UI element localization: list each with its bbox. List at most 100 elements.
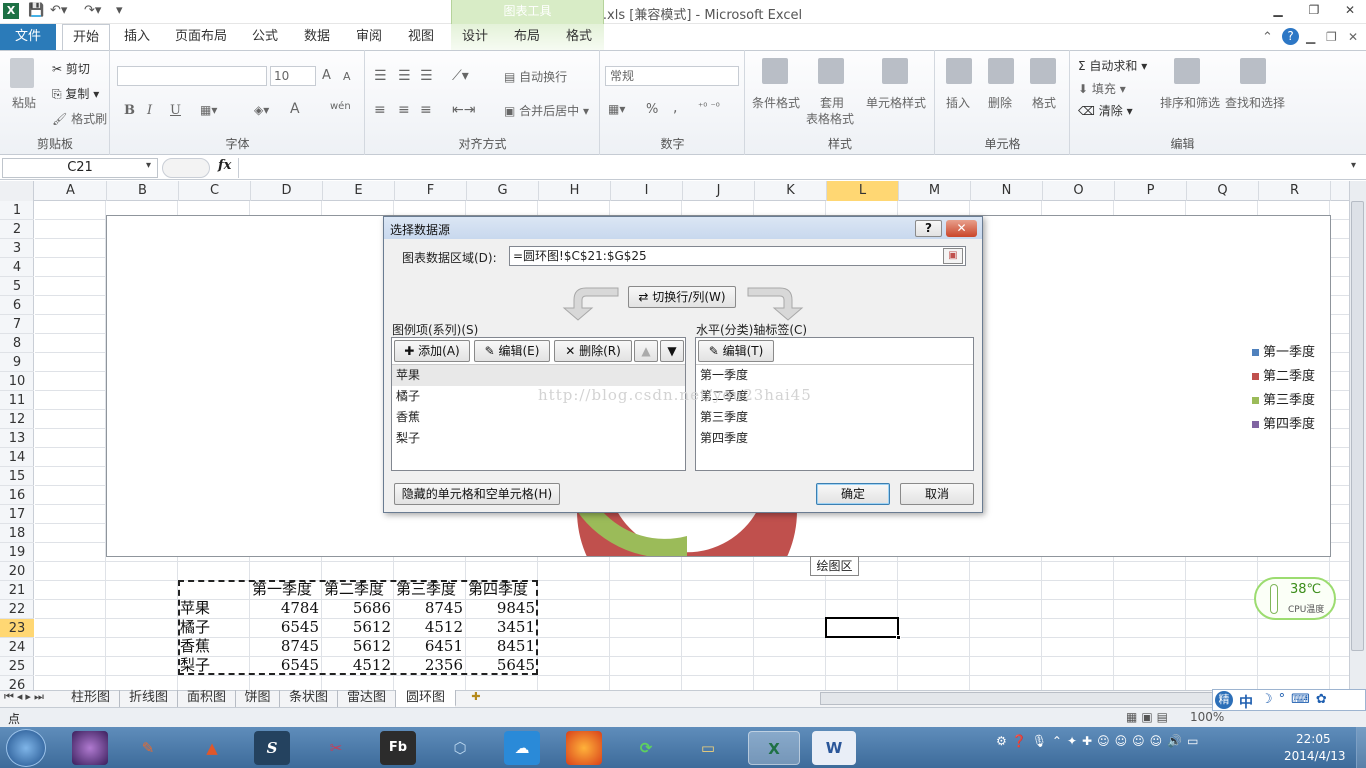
range-input[interactable]: =圆环图!$C$21:$G$25 — [509, 246, 966, 266]
row-header-18[interactable]: 18 — [0, 524, 34, 543]
taskbar-flash-builder-icon[interactable]: Fb — [380, 731, 416, 765]
ok-button[interactable]: 确定 — [816, 483, 890, 505]
number-format-combo[interactable]: 常规 — [605, 66, 739, 86]
legend-entry[interactable]: 第一季度 — [1252, 341, 1315, 365]
font-name-combo[interactable] — [117, 66, 267, 86]
cut-button[interactable]: ✂ 剪切 — [52, 60, 90, 77]
row-header-21[interactable]: 21 — [0, 581, 34, 600]
doc-minimize-icon[interactable]: ▁ — [1306, 30, 1315, 44]
comma-button[interactable]: , — [673, 100, 677, 116]
column-header-a[interactable]: A — [35, 181, 107, 201]
row-header-12[interactable]: 12 — [0, 410, 34, 429]
table-format-icon[interactable] — [818, 58, 846, 86]
dialog-help-button[interactable]: ? — [915, 220, 942, 237]
insert-function-button[interactable]: fx — [218, 158, 231, 173]
tab-review[interactable]: 审阅 — [348, 24, 390, 50]
row-header-7[interactable]: 7 — [0, 315, 34, 334]
row-header-11[interactable]: 11 — [0, 391, 34, 410]
zoom-level[interactable]: 100% — [1190, 710, 1224, 724]
underline-button[interactable]: U — [170, 103, 181, 118]
row-header-6[interactable]: 6 — [0, 296, 34, 315]
ime-toolbar[interactable]: 精 中 ☽°⌨✿ — [1212, 689, 1366, 711]
align-top-icon[interactable]: ☰ — [374, 68, 387, 84]
sheet-nav-arrows-icon[interactable]: ⏮◂▸⏭ — [4, 690, 47, 704]
switch-row-column-button[interactable]: ⇄ 切换行/列(W) — [628, 286, 736, 308]
format-cells-button[interactable]: 格式 — [1032, 94, 1056, 111]
move-up-icon[interactable]: ▲ — [634, 340, 658, 362]
fill-button[interactable]: ⬇ 填充 ▾ — [1078, 80, 1126, 97]
ribbon-collapse-icon[interactable]: ⌃ — [1262, 30, 1273, 45]
sheet-tab[interactable]: 雷达图 — [338, 690, 396, 707]
help-icon[interactable]: ? — [1282, 28, 1299, 45]
sort-filter-icon[interactable] — [1174, 58, 1200, 87]
decimal-icons[interactable]: ⁺⁰ ⁻⁰ — [698, 102, 720, 113]
series-list[interactable]: 苹果 橘子 香蕉 梨子 — [392, 365, 685, 449]
align-right-icon[interactable]: ≡ — [420, 102, 432, 118]
column-header-h[interactable]: H — [539, 181, 611, 201]
borders-icon[interactable]: ▦▾ — [200, 103, 217, 117]
row-header-25[interactable]: 25 — [0, 657, 34, 676]
doc-restore-icon[interactable]: ❐ — [1326, 30, 1337, 44]
active-cell-selection[interactable] — [825, 617, 901, 640]
row-header-24[interactable]: 24 — [0, 638, 34, 657]
column-header-j[interactable]: J — [683, 181, 755, 201]
cell-styles-button[interactable]: 单元格样式 — [866, 94, 926, 111]
tab-formulas[interactable]: 公式 — [244, 24, 286, 50]
clear-button[interactable]: ⌫ 清除 ▾ — [1078, 102, 1133, 119]
percent-button[interactable]: % — [646, 102, 658, 117]
column-header-c[interactable]: C — [179, 181, 251, 201]
edit-series-button[interactable]: ✎ 编辑(E) — [474, 340, 550, 362]
row-header-17[interactable]: 17 — [0, 505, 34, 524]
row-header-9[interactable]: 9 — [0, 353, 34, 372]
insert-cells-icon[interactable] — [946, 58, 972, 87]
column-header-e[interactable]: E — [323, 181, 395, 201]
insert-cells-button[interactable]: 插入 — [946, 94, 970, 111]
tab-file[interactable]: 文件 — [0, 24, 56, 50]
start-button[interactable] — [6, 729, 46, 767]
doughnut-plot[interactable] — [577, 506, 797, 556]
row-header-15[interactable]: 15 — [0, 467, 34, 486]
tab-format[interactable]: 格式 — [558, 24, 600, 50]
sheet-tab[interactable]: 柱形图 — [62, 690, 120, 707]
legend-entry[interactable]: 第三季度 — [1252, 389, 1315, 413]
row-header-10[interactable]: 10 — [0, 372, 34, 391]
taskbar-paint-icon[interactable]: ✂ — [318, 731, 354, 765]
delete-cells-icon[interactable] — [988, 58, 1014, 87]
taskbar-explorer-icon[interactable]: ▭ — [690, 731, 726, 765]
taskbar-virtualbox-icon[interactable]: ⬡ — [442, 731, 478, 765]
sort-filter-button[interactable]: 排序和筛选 — [1160, 94, 1220, 111]
collapse-dialog-icon[interactable]: ▣ — [943, 248, 963, 264]
copy-button[interactable]: ⎘ 复制 ▾ — [52, 85, 99, 102]
name-box[interactable]: C21 — [2, 158, 158, 178]
column-header-p[interactable]: P — [1115, 181, 1187, 201]
show-desktop-button[interactable] — [1356, 727, 1366, 768]
edit-axis-labels-button[interactable]: ✎ 编辑(T) — [698, 340, 774, 362]
add-series-button[interactable]: ✚ 添加(A) — [394, 340, 470, 362]
column-header-m[interactable]: M — [899, 181, 971, 201]
name-box-dropdown-icon[interactable]: ▾ — [146, 160, 151, 171]
series-item[interactable]: 香蕉 — [392, 407, 685, 428]
shrink-font-button[interactable]: A — [343, 70, 351, 83]
dialog-title-bar[interactable] — [384, 217, 982, 239]
sheet-tab[interactable]: 条状图 — [280, 690, 338, 707]
paste-icon[interactable] — [10, 58, 38, 92]
move-down-icon[interactable]: ▼ — [660, 340, 684, 362]
cell-styles-icon[interactable] — [882, 58, 910, 86]
wrap-text-button[interactable]: ▤ 自动换行 — [504, 68, 567, 85]
delete-cells-button[interactable]: 删除 — [988, 94, 1012, 111]
row-header-16[interactable]: 16 — [0, 486, 34, 505]
category-list[interactable]: 第一季度 第二季度 第三季度 第四季度 — [696, 365, 973, 449]
close-button[interactable]: ✕ — [1336, 3, 1364, 19]
series-item[interactable]: 苹果 — [392, 365, 685, 386]
formula-bar-handle[interactable] — [162, 158, 210, 178]
conditional-format-icon[interactable] — [762, 58, 790, 86]
clock-time[interactable]: 22:05 — [1296, 732, 1331, 746]
cpu-temperature-widget[interactable]: 38℃ CPU温度 — [1254, 577, 1336, 620]
doc-close-icon[interactable]: ✕ — [1348, 30, 1358, 44]
column-header-n[interactable]: N — [971, 181, 1043, 201]
tab-home[interactable]: 开始 — [62, 24, 110, 51]
column-header-o[interactable]: O — [1043, 181, 1115, 201]
find-select-button[interactable]: 查找和选择 — [1225, 94, 1285, 111]
formula-input[interactable] — [238, 158, 1348, 178]
column-header-g[interactable]: G — [467, 181, 539, 201]
